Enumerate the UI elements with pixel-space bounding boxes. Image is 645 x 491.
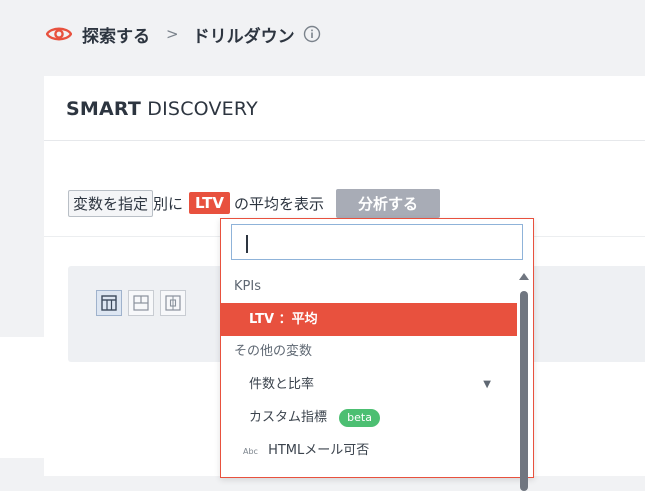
left-panel-edge [0, 337, 44, 458]
eye-icon [46, 27, 72, 41]
scroll-up-icon[interactable] [519, 273, 529, 280]
card-header: SMART DISCOVERY [44, 76, 645, 141]
option-count-and-ratio[interactable]: 件数と比率 ▼ [221, 368, 517, 401]
option-html-mail[interactable]: Abc HTMLメール可否 [221, 434, 517, 467]
scrollbar[interactable] [518, 271, 530, 491]
breadcrumb-separator: > [166, 25, 179, 43]
card-title-bold: SMART [66, 98, 142, 120]
sentence-suffix: の平均を表示 [233, 194, 324, 213]
option-ltv-average[interactable]: LTV ：平均 [221, 303, 517, 336]
metric-selector[interactable]: LTV [189, 192, 230, 214]
option-label: HTMLメール可否 [268, 443, 370, 458]
option-label: LTV ：平均 [249, 312, 318, 327]
breadcrumb-root[interactable]: 探索する [82, 22, 150, 47]
pivot-view-icon[interactable] [160, 290, 186, 316]
query-sentence: 変数を指定 別に LTV の平均を表示 分析する [68, 188, 440, 218]
option-label: 件数と比率 [249, 377, 315, 392]
option-custom-metric[interactable]: カスタム指標 beta [221, 401, 517, 434]
scroll-thumb[interactable] [520, 291, 528, 491]
metric-dropdown: KPIs LTV ：平均 その他の変数 件数と比率 ▼ カスタム指標 beta … [220, 218, 534, 491]
variable-selector[interactable]: 変数を指定 [68, 189, 154, 217]
group-label-other-variables: その他の変数 [234, 344, 313, 359]
chevron-down-icon[interactable]: ▼ [483, 368, 491, 401]
grid-view-icon[interactable] [128, 290, 154, 316]
page-title: ドリルダウン [192, 26, 295, 47]
beta-badge: beta [339, 408, 380, 427]
dropdown-search-input[interactable] [231, 224, 523, 260]
card-title-light: DISCOVERY [147, 98, 258, 120]
card-title: SMART DISCOVERY [66, 98, 258, 120]
info-icon[interactable] [303, 25, 321, 43]
analyze-button[interactable]: 分析する [335, 188, 440, 218]
by-text: 別に [153, 194, 184, 213]
breadcrumb: 探索する > ドリルダウン [46, 20, 321, 48]
group-label-kpis: KPIs [234, 279, 261, 294]
view-toggle [96, 290, 186, 316]
table-view-icon[interactable] [96, 290, 122, 316]
text-type-icon: Abc [243, 447, 258, 456]
option-label: カスタム指標 [249, 410, 328, 425]
dropdown-list: KPIs LTV ：平均 その他の変数 件数と比率 ▼ カスタム指標 beta … [221, 271, 517, 467]
text-cursor [246, 235, 248, 253]
